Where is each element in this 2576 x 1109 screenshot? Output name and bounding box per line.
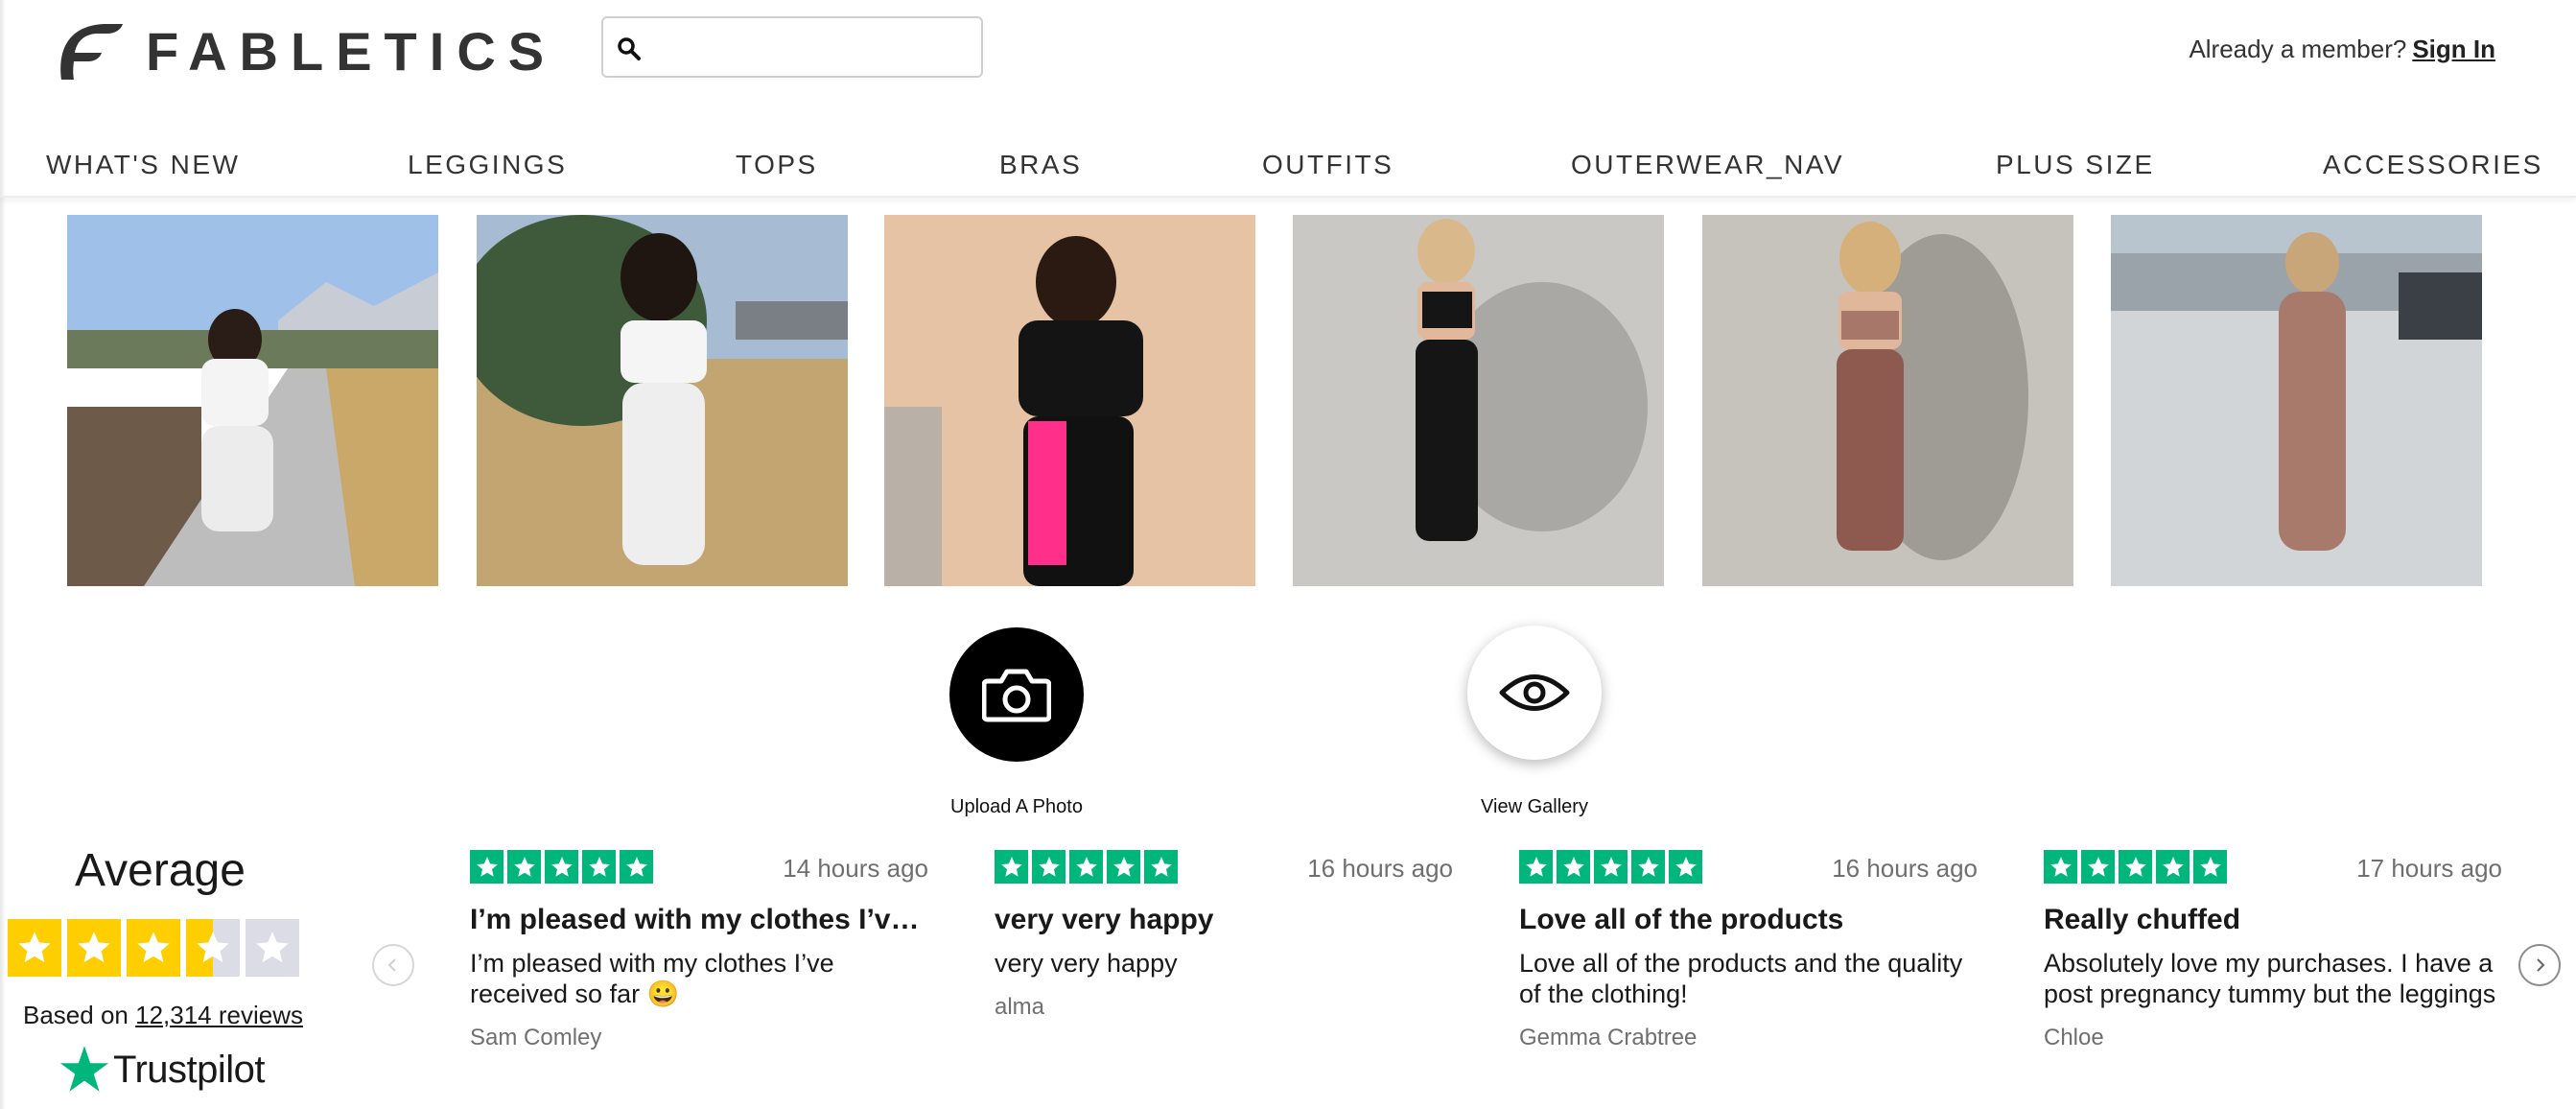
customer-photo[interactable] bbox=[67, 215, 438, 586]
star-icon bbox=[1669, 850, 1702, 884]
star-icon bbox=[2156, 850, 2190, 884]
star-icon bbox=[1519, 850, 1553, 884]
customer-photo[interactable] bbox=[1293, 215, 1664, 586]
empty-star-icon bbox=[246, 919, 299, 977]
average-rating-title: Average bbox=[75, 845, 246, 896]
chevron-left-icon bbox=[387, 958, 396, 972]
search-input[interactable] bbox=[653, 28, 973, 68]
review-time: 16 hours ago bbox=[1832, 854, 1978, 883]
review-star-rating bbox=[470, 850, 653, 884]
customer-photo[interactable] bbox=[884, 215, 1255, 586]
review-star-rating bbox=[995, 850, 1178, 884]
star-icon bbox=[67, 919, 121, 977]
review-time: 14 hours ago bbox=[783, 854, 928, 883]
review-body: I’m pleased with my clothes I’ve receive… bbox=[470, 949, 834, 1008]
nav-leggings[interactable]: LEGGINGS bbox=[408, 150, 567, 180]
review-author: Gemma Crabtree bbox=[1519, 1025, 1698, 1050]
fabletics-f-icon bbox=[60, 24, 123, 80]
star-icon bbox=[8, 919, 61, 977]
star-icon bbox=[127, 919, 180, 977]
star-icon bbox=[2193, 850, 2227, 884]
member-prompt: Already a member? bbox=[2189, 35, 2407, 63]
camera-icon bbox=[982, 669, 1051, 722]
nav-plus-size[interactable]: PLUS SIZE bbox=[1996, 150, 2155, 180]
customer-photo[interactable] bbox=[2111, 215, 2482, 586]
nav-outfits[interactable]: OUTFITS bbox=[1262, 150, 1393, 180]
review-title: very very happy bbox=[995, 904, 1214, 935]
review-author: alma bbox=[995, 994, 1045, 1020]
review-count: Based on 12,314 reviews bbox=[23, 1001, 303, 1030]
summary-star-rating bbox=[8, 919, 299, 977]
main-nav: WHAT'S NEW LEGGINGS TOPS BRAS OUTFITS OU… bbox=[0, 134, 2576, 198]
based-on-label: Based on bbox=[23, 1001, 129, 1029]
review-star-rating bbox=[2044, 850, 2227, 884]
half-star-icon bbox=[186, 919, 240, 977]
nav-bras[interactable]: BRAS bbox=[999, 150, 1082, 180]
star-icon bbox=[2119, 850, 2152, 884]
star-icon bbox=[1557, 850, 1590, 884]
nav-outerwear[interactable]: OUTERWEAR_NAV bbox=[1571, 150, 1844, 180]
star-icon bbox=[2081, 850, 2115, 884]
carousel-prev-button[interactable] bbox=[372, 944, 414, 986]
view-gallery-button[interactable] bbox=[1467, 625, 1602, 760]
eye-icon bbox=[1499, 674, 1570, 711]
review-body: Absolutely love my purchases. I have a p… bbox=[2044, 949, 2496, 1008]
chevron-right-icon bbox=[2537, 958, 2545, 972]
nav-accessories[interactable]: ACCESSORIES bbox=[2323, 150, 2543, 180]
member-signin: Already a member? Sign In bbox=[2189, 35, 2495, 64]
sign-in-link[interactable]: Sign In bbox=[2412, 35, 2495, 63]
star-icon bbox=[2044, 850, 2077, 884]
star-icon bbox=[470, 850, 503, 884]
star-icon bbox=[1631, 850, 1665, 884]
star-icon bbox=[1144, 850, 1178, 884]
carousel-next-button[interactable] bbox=[2518, 944, 2561, 986]
star-icon bbox=[507, 850, 541, 884]
star-icon bbox=[582, 850, 616, 884]
star-icon bbox=[1032, 850, 1066, 884]
nav-whats-new[interactable]: WHAT'S NEW bbox=[46, 150, 240, 180]
review-time: 17 hours ago bbox=[2356, 854, 2502, 883]
search-icon bbox=[618, 37, 641, 60]
trustpilot-star-icon bbox=[59, 1046, 109, 1092]
review-title: Really chuffed bbox=[2044, 904, 2241, 935]
upload-photo-button[interactable] bbox=[949, 627, 1084, 762]
star-icon bbox=[1594, 850, 1628, 884]
view-gallery-label[interactable]: View Gallery bbox=[1410, 796, 1659, 818]
review-star-rating bbox=[1519, 850, 1702, 884]
brand-name: FABLETICS bbox=[146, 21, 557, 82]
trustpilot-wordmark: Trustpilot bbox=[113, 1048, 266, 1091]
review-title: Love all of the products bbox=[1519, 904, 1844, 935]
review-body: very very happy bbox=[995, 949, 1178, 978]
fabletics-logo[interactable]: FABLETICS bbox=[56, 19, 556, 84]
nav-tops[interactable]: TOPS bbox=[736, 150, 818, 180]
customer-photo[interactable] bbox=[1702, 215, 2073, 586]
star-icon bbox=[1107, 850, 1140, 884]
upload-photo-label[interactable]: Upload A Photo bbox=[892, 796, 1141, 818]
review-body: Love all of the products and the quality… bbox=[1519, 949, 1963, 1008]
star-icon bbox=[995, 850, 1028, 884]
star-icon bbox=[620, 850, 653, 884]
review-author: Chloe bbox=[2044, 1025, 2104, 1050]
star-icon bbox=[545, 850, 578, 884]
search-box[interactable] bbox=[601, 16, 983, 78]
trustpilot-logo[interactable]: Trustpilot bbox=[59, 1046, 266, 1094]
review-time: 16 hours ago bbox=[1307, 854, 1453, 883]
review-author: Sam Comley bbox=[470, 1025, 602, 1050]
review-title: I’m pleased with my clothes I’ve… bbox=[470, 904, 928, 935]
customer-photo[interactable] bbox=[477, 215, 848, 586]
reviews-link[interactable]: 12,314 reviews bbox=[135, 1001, 303, 1029]
star-icon bbox=[1069, 850, 1103, 884]
